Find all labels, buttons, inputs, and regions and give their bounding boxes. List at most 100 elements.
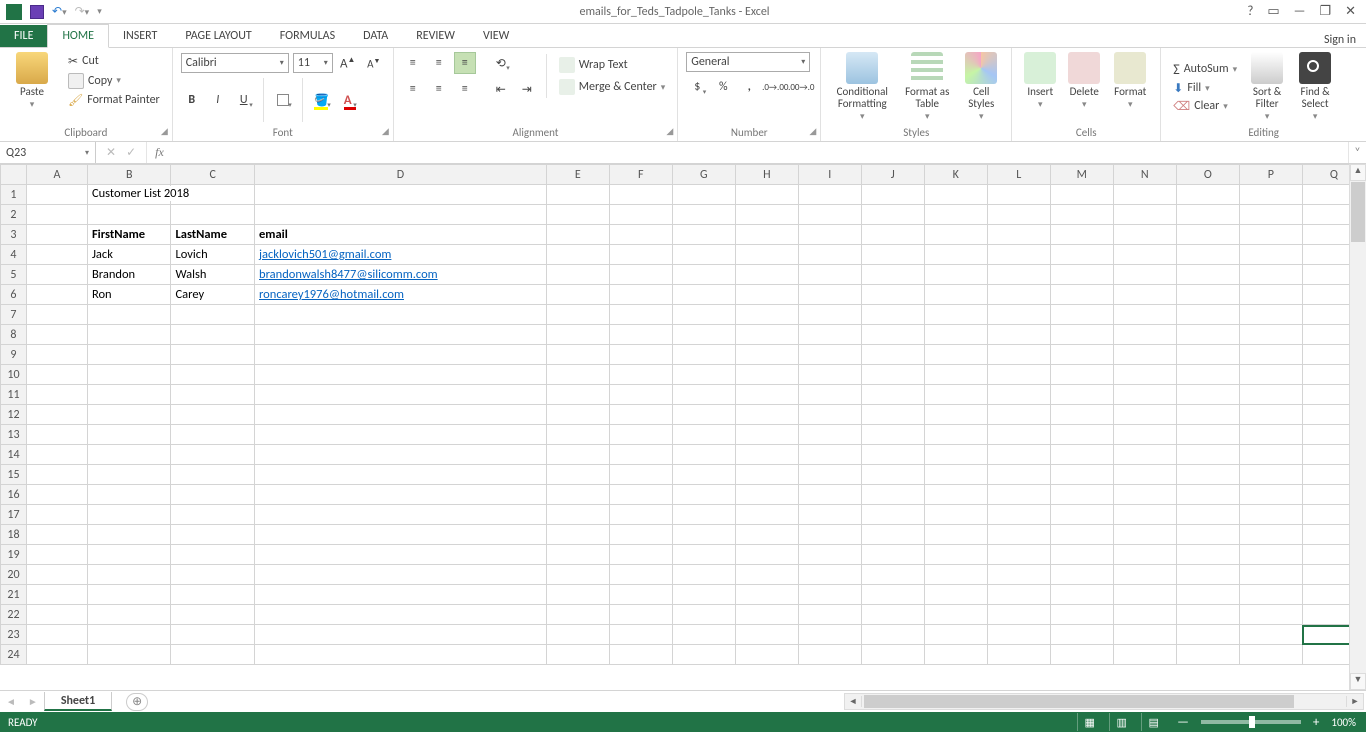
cell-E5[interactable] xyxy=(546,265,609,285)
column-header-G[interactable]: G xyxy=(672,165,735,185)
cell-L10[interactable] xyxy=(987,365,1050,385)
cell-F14[interactable] xyxy=(609,445,672,465)
cell-G20[interactable] xyxy=(672,565,735,585)
cell-P10[interactable] xyxy=(1239,365,1302,385)
cell-L7[interactable] xyxy=(987,305,1050,325)
row-header-17[interactable]: 17 xyxy=(1,505,27,525)
cell-G4[interactable] xyxy=(672,245,735,265)
cell-J23[interactable] xyxy=(861,625,924,645)
cell-F15[interactable] xyxy=(609,465,672,485)
cut-button[interactable]: ✂Cut xyxy=(64,53,164,70)
cell-P21[interactable] xyxy=(1239,585,1302,605)
cell-A7[interactable] xyxy=(26,305,87,325)
cell-H3[interactable] xyxy=(735,225,798,245)
cell-M4[interactable] xyxy=(1050,245,1113,265)
cell-J2[interactable] xyxy=(861,205,924,225)
cell-B20[interactable] xyxy=(87,565,171,585)
cell-H22[interactable] xyxy=(735,605,798,625)
cell-E11[interactable] xyxy=(546,385,609,405)
cell-N5[interactable] xyxy=(1113,265,1176,285)
cell-N13[interactable] xyxy=(1113,425,1176,445)
cell-E9[interactable] xyxy=(546,345,609,365)
cell-E24[interactable] xyxy=(546,645,609,665)
cell-H17[interactable] xyxy=(735,505,798,525)
cell-C16[interactable] xyxy=(171,485,255,505)
cell-M23[interactable] xyxy=(1050,625,1113,645)
cell-M1[interactable] xyxy=(1050,185,1113,205)
cell-K18[interactable] xyxy=(924,525,987,545)
cell-C8[interactable] xyxy=(171,325,255,345)
cancel-formula-icon[interactable]: ✕ xyxy=(106,145,116,160)
cell-A6[interactable] xyxy=(26,285,87,305)
cell-L22[interactable] xyxy=(987,605,1050,625)
cell-K14[interactable] xyxy=(924,445,987,465)
cell-K22[interactable] xyxy=(924,605,987,625)
scroll-thumb[interactable] xyxy=(1351,182,1365,242)
percent-button[interactable]: % xyxy=(712,76,734,98)
cell-H23[interactable] xyxy=(735,625,798,645)
increase-indent-button[interactable]: ⇥ xyxy=(516,78,538,100)
borders-button[interactable]: ▾ xyxy=(272,89,294,111)
cell-P19[interactable] xyxy=(1239,545,1302,565)
column-header-D[interactable]: D xyxy=(255,165,547,185)
cell-I13[interactable] xyxy=(798,425,861,445)
cell-D2[interactable] xyxy=(255,205,547,225)
zoom-level[interactable]: 100% xyxy=(1331,716,1356,729)
column-header-K[interactable]: K xyxy=(924,165,987,185)
row-header-18[interactable]: 18 xyxy=(1,525,27,545)
cell-H19[interactable] xyxy=(735,545,798,565)
cell-G10[interactable] xyxy=(672,365,735,385)
cell-G19[interactable] xyxy=(672,545,735,565)
cell-C18[interactable] xyxy=(171,525,255,545)
tab-data[interactable]: DATA xyxy=(349,25,402,47)
cell-C14[interactable] xyxy=(171,445,255,465)
close-icon[interactable]: ✕ xyxy=(1345,4,1356,19)
cell-I9[interactable] xyxy=(798,345,861,365)
cell-K16[interactable] xyxy=(924,485,987,505)
decrease-decimal-button[interactable]: .00→.0 xyxy=(790,76,812,98)
wrap-text-button[interactable]: Wrap Text xyxy=(555,56,670,74)
cell-G22[interactable] xyxy=(672,605,735,625)
row-header-6[interactable]: 6 xyxy=(1,285,27,305)
row-header-7[interactable]: 7 xyxy=(1,305,27,325)
cell-N17[interactable] xyxy=(1113,505,1176,525)
cell-E2[interactable] xyxy=(546,205,609,225)
cell-P2[interactable] xyxy=(1239,205,1302,225)
cell-G13[interactable] xyxy=(672,425,735,445)
cell-O18[interactable] xyxy=(1176,525,1239,545)
cell-H16[interactable] xyxy=(735,485,798,505)
cell-P3[interactable] xyxy=(1239,225,1302,245)
row-header-1[interactable]: 1 xyxy=(1,185,27,205)
cell-H24[interactable] xyxy=(735,645,798,665)
fx-icon[interactable]: fx xyxy=(147,142,172,163)
cell-H7[interactable] xyxy=(735,305,798,325)
cell-J11[interactable] xyxy=(861,385,924,405)
cell-K10[interactable] xyxy=(924,365,987,385)
cell-C7[interactable] xyxy=(171,305,255,325)
cell-M20[interactable] xyxy=(1050,565,1113,585)
cell-E14[interactable] xyxy=(546,445,609,465)
cell-D11[interactable] xyxy=(255,385,547,405)
cell-D5[interactable]: brandonwalsh8477@silicomm.com xyxy=(255,265,547,285)
cell-F20[interactable] xyxy=(609,565,672,585)
cell-P17[interactable] xyxy=(1239,505,1302,525)
cell-D22[interactable] xyxy=(255,605,547,625)
cell-B11[interactable] xyxy=(87,385,171,405)
cell-M17[interactable] xyxy=(1050,505,1113,525)
cell-H20[interactable] xyxy=(735,565,798,585)
format-as-table-button[interactable]: Format as Table▾ xyxy=(899,52,955,122)
cell-P18[interactable] xyxy=(1239,525,1302,545)
cell-H9[interactable] xyxy=(735,345,798,365)
cell-H2[interactable] xyxy=(735,205,798,225)
cell-B12[interactable] xyxy=(87,405,171,425)
formula-input[interactable] xyxy=(172,142,1348,163)
cell-D20[interactable] xyxy=(255,565,547,585)
scroll-right-icon[interactable]: ► xyxy=(1346,696,1363,707)
decrease-font-button[interactable]: A▼ xyxy=(363,52,385,74)
cell-P24[interactable] xyxy=(1239,645,1302,665)
row-header-4[interactable]: 4 xyxy=(1,245,27,265)
cell-L6[interactable] xyxy=(987,285,1050,305)
cell-G18[interactable] xyxy=(672,525,735,545)
row-header-12[interactable]: 12 xyxy=(1,405,27,425)
cell-K7[interactable] xyxy=(924,305,987,325)
